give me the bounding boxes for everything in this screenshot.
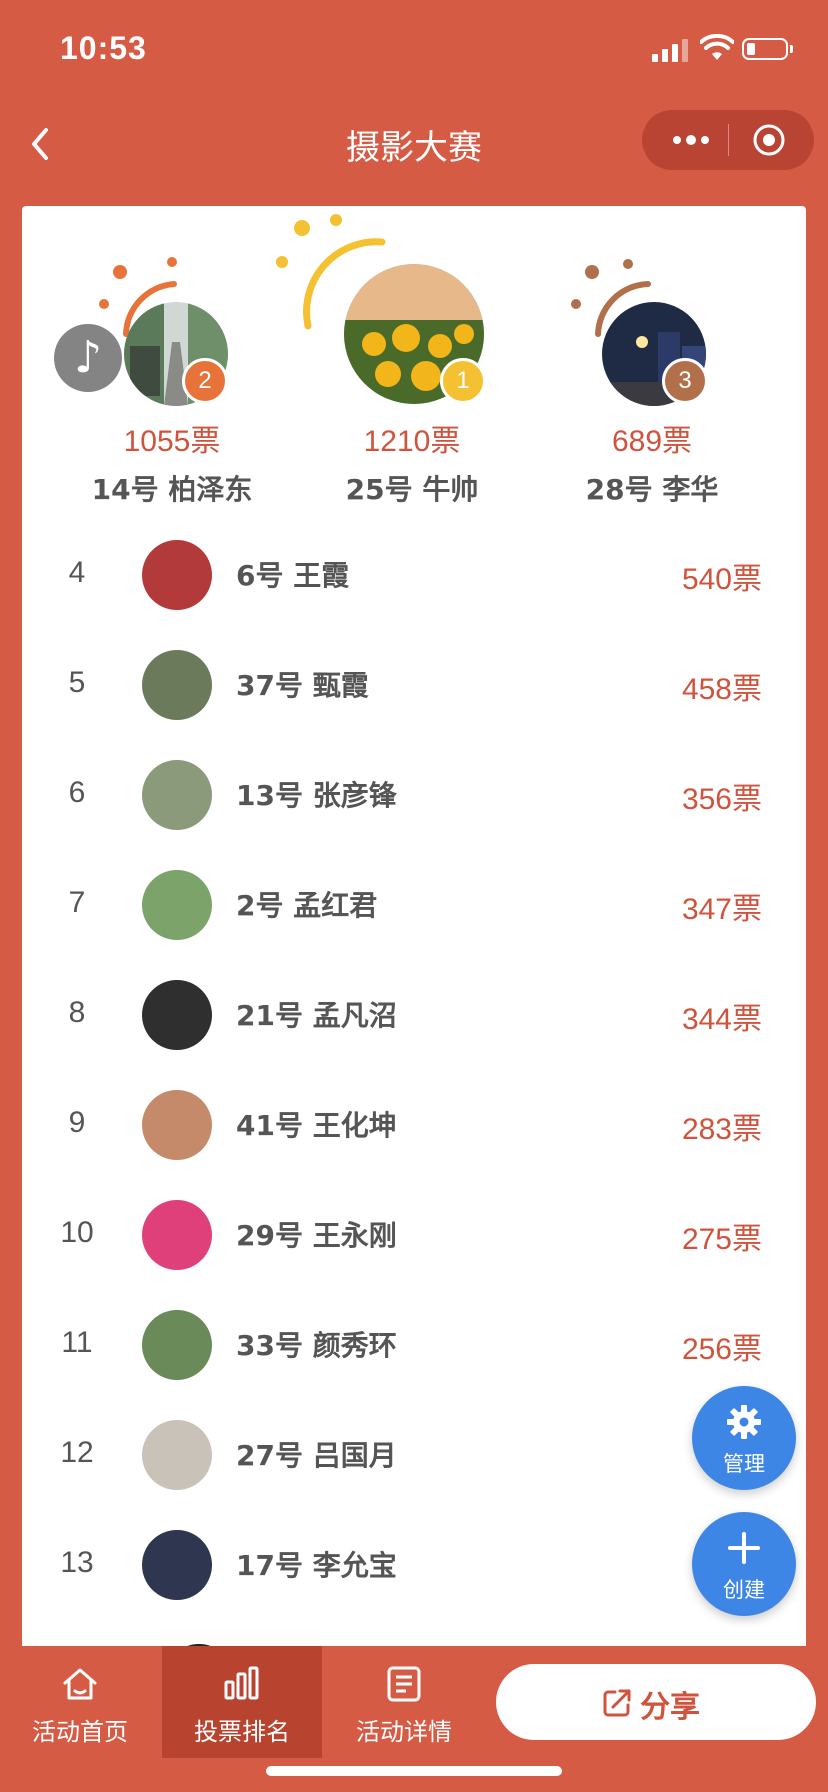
rank-number: 7 (68, 886, 86, 919)
list-item[interactable]: 9 41号 王化坤 283票 (22, 1070, 806, 1180)
podium-1: 1210票 25号 牛帅 (312, 416, 512, 508)
entry-thumbnail[interactable] (142, 1310, 212, 1380)
entry-name: 41号 王化坤 (236, 1109, 397, 1142)
rank-number: 9 (68, 1106, 86, 1139)
home-icon (63, 1668, 97, 1700)
list-item[interactable]: 8 21号 孟凡沼 344票 (22, 960, 806, 1070)
list-item[interactable]: 1317号 李允宝16 (22, 1510, 806, 1620)
music-note-icon: ♪ (73, 332, 103, 383)
cellular-signal-icon (652, 39, 688, 62)
podium-name: 25号 牛帅 (345, 473, 479, 506)
list-item[interactable]: 4 6号 王霞 540票 (22, 520, 806, 630)
more-icon[interactable] (666, 128, 716, 152)
list-item[interactable]: 7 2号 孟红君 347票 (22, 850, 806, 960)
list-item[interactable]: 1227号 吕国月18 (22, 1400, 806, 1510)
entry-votes: 256票 (681, 1333, 762, 1366)
music-button[interactable]: ♪ (54, 324, 122, 392)
share-label: 分享 (640, 1690, 700, 1725)
status-bar: 10:53 (0, 0, 828, 100)
tab-details[interactable]: 活动详情 (324, 1646, 484, 1758)
entry-name: 17号 李允宝 (236, 1549, 397, 1582)
entry-thumbnail[interactable] (142, 1530, 212, 1600)
podium-3: 689票 28号 李华 (552, 416, 752, 508)
list-item[interactable]: 6 13号 张彦锋 356票 (22, 740, 806, 850)
create-label: 创建 (723, 1578, 765, 1602)
entry-thumbnail[interactable] (142, 760, 212, 830)
entry-thumbnail[interactable] (142, 540, 212, 610)
podium-2: 1055票 14号 柏泽东 (72, 416, 272, 508)
rank-number: 10 (60, 1216, 94, 1249)
podium-votes: 1055票 (123, 425, 221, 458)
podium-badge-3: 3 (662, 358, 708, 404)
entry-thumbnail[interactable] (142, 650, 212, 720)
home-indicator (266, 1766, 562, 1776)
rank-number: 5 (68, 666, 86, 699)
battery-tip (790, 45, 793, 53)
podium-name: 28号 李华 (585, 473, 719, 506)
entry-thumbnail[interactable] (142, 1200, 212, 1270)
entry-name: 21号 孟凡沼 (236, 999, 397, 1032)
entry-votes: 347票 (681, 893, 762, 926)
list-item[interactable]: 11 33号 颜秀环 256票 (22, 1290, 806, 1400)
podium-badge-1: 1 (440, 358, 486, 404)
ranking-card: 2 1055票 14号 柏泽东 1 1210票 25号 牛帅 3 689票 28… (22, 206, 806, 1656)
list-item[interactable]: 10 29号 王永刚 275票 (22, 1180, 806, 1290)
tab-home[interactable]: 活动首页 (0, 1646, 160, 1758)
entry-name: 33号 颜秀环 (236, 1329, 397, 1362)
share-icon (603, 1689, 631, 1717)
create-button[interactable]: 创建 (692, 1512, 796, 1616)
entry-votes: 356票 (681, 783, 762, 816)
tab-label: 投票排名 (194, 1718, 290, 1746)
tab-ranking[interactable]: 投票排名 (162, 1646, 322, 1758)
podium-name: 14号 柏泽东 (91, 473, 253, 506)
share-button[interactable]: 分享 (496, 1664, 816, 1740)
podium-votes: 689票 (611, 425, 693, 458)
rank-number: 6 (68, 776, 86, 809)
document-icon (387, 1666, 421, 1702)
battery-icon (742, 38, 788, 60)
tab-label: 活动首页 (32, 1718, 128, 1746)
entry-thumbnail[interactable] (142, 1420, 212, 1490)
manage-button[interactable]: 管理 (692, 1386, 796, 1490)
entry-thumbnail[interactable] (142, 980, 212, 1050)
capsule-divider (728, 124, 729, 156)
entry-name: 37号 甄霞 (236, 669, 369, 702)
rank-number: 11 (61, 1326, 93, 1359)
status-time: 10:53 (60, 30, 147, 66)
rank-number: 4 (68, 556, 86, 589)
entry-votes: 283票 (681, 1113, 762, 1146)
entry-votes: 275票 (681, 1223, 762, 1256)
manage-label: 管理 (723, 1452, 765, 1476)
entry-name: 2号 孟红君 (236, 889, 378, 922)
entry-votes: 458票 (681, 673, 762, 706)
list-item[interactable]: 5 37号 甄霞 458票 (22, 630, 806, 740)
wifi-icon (700, 34, 734, 60)
rank-number: 13 (60, 1546, 94, 1579)
entry-thumbnail[interactable] (142, 870, 212, 940)
rank-number: 12 (60, 1436, 94, 1469)
entry-thumbnail[interactable] (142, 1090, 212, 1160)
entry-name: 6号 王霞 (236, 559, 350, 592)
entry-votes: 344票 (681, 1003, 762, 1036)
entry-name: 27号 吕国月 (236, 1439, 397, 1472)
entry-votes: 540票 (681, 563, 762, 596)
gear-icon (727, 1405, 761, 1439)
entry-name: 13号 张彦锋 (236, 779, 397, 812)
bar-chart-icon (224, 1666, 259, 1700)
podium-badge-2: 2 (182, 358, 228, 404)
tab-label: 活动详情 (356, 1718, 452, 1746)
close-miniprogram-icon[interactable] (752, 123, 786, 157)
entry-name: 29号 王永刚 (236, 1219, 397, 1252)
plus-icon (728, 1532, 760, 1564)
podium-votes: 1210票 (363, 425, 461, 458)
rank-number: 8 (68, 996, 86, 1029)
miniprogram-capsule (642, 110, 814, 170)
